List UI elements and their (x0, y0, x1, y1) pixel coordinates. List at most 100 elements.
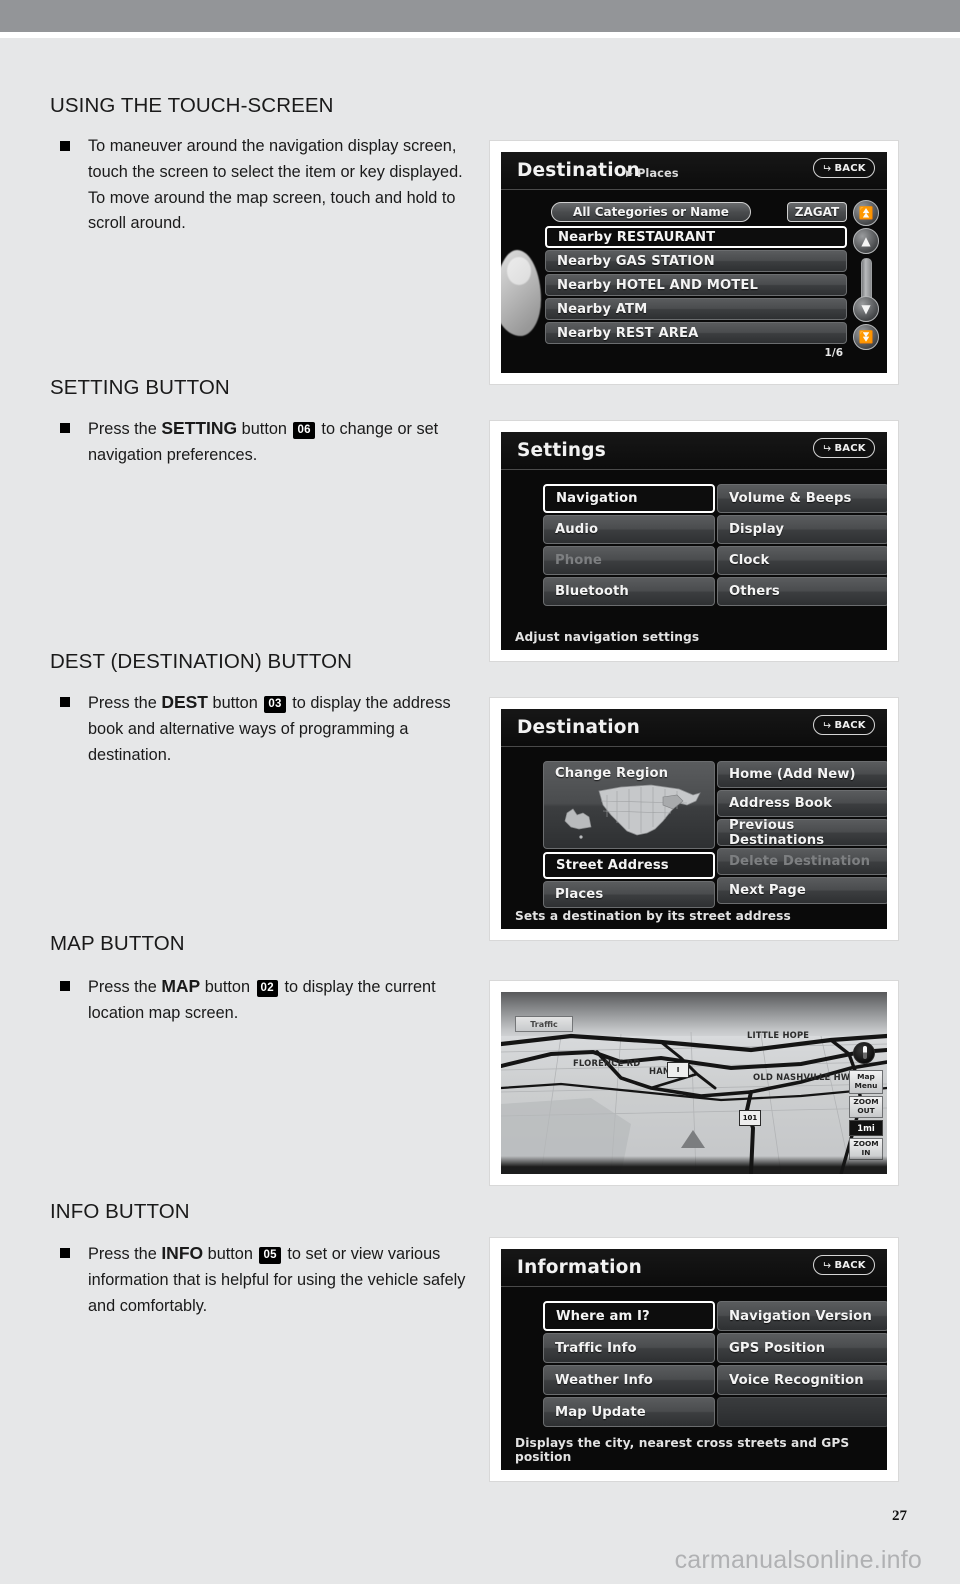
bullet-text: Press the DEST button 03 to display the … (88, 690, 472, 768)
screenshot-map: LITTLE HOPE FLORENCE RD HANNA OLD NASHVI… (490, 981, 898, 1185)
bullet-square-icon (60, 1248, 70, 1258)
callout-badge-02: 02 (256, 980, 278, 997)
nav-screen-places: Destination ▶ Places ↵ BACK All Categori… (501, 152, 887, 373)
bullet-square-icon (60, 141, 70, 151)
heading-map-button: MAP BUTTON (50, 932, 185, 955)
scroll-top-icon[interactable]: ⏫ (853, 200, 879, 226)
back-arrow-icon: ↵ (822, 1258, 832, 1272)
item-label: Navigation Version (729, 1308, 872, 1324)
destination-item-street-address[interactable]: Street Address (543, 852, 715, 879)
page-content: USING THE TOUCH-SCREEN To maneuver aroun… (0, 38, 960, 1584)
back-button[interactable]: ↵ BACK (813, 158, 875, 178)
destination-item-places[interactable]: Places (543, 881, 715, 908)
list-item-restaurant[interactable]: Nearby RESTAURANT (545, 226, 847, 248)
all-categories-field[interactable]: All Categories or Name (551, 202, 751, 222)
scroll-bottom-icon[interactable]: ⏬ (853, 324, 879, 350)
list-item-label: Nearby REST AREA (557, 325, 699, 341)
text-mid: button (200, 978, 255, 996)
settings-item-display[interactable]: Display (717, 515, 887, 544)
information-hint: Displays the city, nearest cross streets… (515, 1436, 850, 1464)
information-item-empty (717, 1397, 887, 1427)
information-item-navigation-version[interactable]: Navigation Version (717, 1301, 887, 1331)
zoom-out-button[interactable]: ZOOM OUT (849, 1096, 883, 1118)
destination-hint: Sets a destination by its street address (515, 909, 791, 923)
item-label: Street Address (556, 858, 669, 873)
information-item-where-am-i[interactable]: Where am I? (543, 1301, 715, 1331)
bullet-text: To maneuver around the navigation displa… (88, 137, 463, 233)
all-categories-label: All Categories or Name (573, 205, 729, 219)
information-item-voice-recognition[interactable]: Voice Recognition (717, 1365, 887, 1395)
list-item-atm[interactable]: Nearby ATM (545, 298, 847, 320)
list-item-rest-area[interactable]: Nearby REST AREA (545, 322, 847, 344)
site-watermark: carmanualsonline.info (674, 1546, 922, 1574)
destination-item-delete-destination[interactable]: Delete Destination (717, 848, 887, 875)
back-button-label: BACK (834, 442, 866, 454)
heading-info-button: INFO BUTTON (50, 1200, 190, 1223)
destination-item-home[interactable]: Home (Add New) (717, 761, 887, 788)
bullet-using-touch-screen: To maneuver around the navigation displa… (60, 134, 472, 237)
compass-icon[interactable] (853, 1042, 875, 1064)
information-item-gps-position[interactable]: GPS Position (717, 1333, 887, 1363)
list-item-gas-station[interactable]: Nearby GAS STATION (545, 250, 847, 272)
settings-item-clock[interactable]: Clock (717, 546, 887, 575)
back-button[interactable]: ↵ BACK (813, 438, 875, 458)
list-item-label: Nearby ATM (557, 301, 648, 317)
bullet-text: Press the SETTING button 06 to change or… (88, 416, 472, 469)
item-label: Audio (555, 522, 599, 537)
traffic-label: Traffic (530, 1019, 558, 1029)
bullet-square-icon (60, 423, 70, 433)
settings-item-phone[interactable]: Phone (543, 546, 715, 575)
finger-overlay (501, 250, 541, 336)
scroll-up-icon[interactable]: ▲ (853, 228, 879, 254)
map-menu-button[interactable]: Map Menu (849, 1070, 883, 1094)
information-item-traffic-info[interactable]: Traffic Info (543, 1333, 715, 1363)
traffic-button[interactable]: Traffic (515, 1016, 573, 1032)
text-pre: Press the (88, 694, 162, 712)
zagat-button[interactable]: ZAGAT (787, 202, 847, 222)
map-canvas[interactable]: LITTLE HOPE FLORENCE RD HANNA OLD NASHVI… (501, 992, 887, 1174)
back-button[interactable]: ↵ BACK (813, 1255, 875, 1275)
map-scale-label: 1mi (857, 1122, 875, 1133)
item-label: Navigation (556, 491, 638, 506)
callout-badge-06: 06 (293, 422, 315, 439)
text-mid: button (208, 694, 263, 712)
road-sign-label: I (676, 1066, 680, 1074)
list-item-label: Nearby RESTAURANT (558, 229, 716, 245)
button-name: SETTING (161, 418, 238, 438)
item-label: Volume & Beeps (729, 491, 852, 506)
back-button[interactable]: ↵ BACK (813, 715, 875, 735)
destination-item-next-page[interactable]: Next Page (717, 877, 887, 904)
road-sign-label: 101 (742, 1114, 758, 1122)
settings-item-others[interactable]: Others (717, 577, 887, 606)
text-pre: Press the (88, 420, 162, 438)
callout-badge-03: 03 (264, 696, 286, 713)
item-label: Traffic Info (555, 1340, 637, 1356)
text-mid: button (203, 1245, 258, 1263)
button-name: MAP (161, 976, 201, 996)
list-item-hotel-motel[interactable]: Nearby HOTEL AND MOTEL (545, 274, 847, 296)
information-title: Information (517, 1257, 642, 1278)
destination-item-address-book[interactable]: Address Book (717, 790, 887, 817)
bullet-map-button: Press the MAP button 02 to display the c… (60, 974, 472, 1027)
destination-item-previous-destinations[interactable]: Previous Destinations (717, 818, 887, 848)
bullet-square-icon (60, 981, 70, 991)
road-sign-route: 101 (739, 1110, 761, 1126)
map-label-little-hope: LITTLE HOPE (747, 1030, 810, 1040)
map-label-old-nashville-hwy: OLD NASHVILLE HWY (753, 1072, 857, 1082)
settings-item-navigation[interactable]: Navigation (543, 484, 715, 513)
settings-item-audio[interactable]: Audio (543, 515, 715, 544)
breadcrumb-arrow-icon: ▶ (626, 169, 633, 179)
places-breadcrumb: Places (637, 166, 679, 180)
item-label: Home (Add New) (729, 767, 856, 782)
information-item-weather-info[interactable]: Weather Info (543, 1365, 715, 1395)
settings-item-volume-beeps[interactable]: Volume & Beeps (717, 484, 887, 513)
places-title: Destination (517, 160, 641, 181)
item-label: Delete Destination (729, 854, 871, 869)
back-arrow-icon: ↵ (822, 441, 832, 455)
list-item-label: Nearby HOTEL AND MOTEL (557, 277, 758, 293)
scroll-down-icon[interactable]: ▼ (853, 296, 879, 322)
information-item-map-update[interactable]: Map Update (543, 1397, 715, 1427)
settings-item-bluetooth[interactable]: Bluetooth (543, 577, 715, 606)
item-label: Where am I? (556, 1308, 650, 1324)
bullet-setting-button: Press the SETTING button 06 to change or… (60, 416, 472, 469)
